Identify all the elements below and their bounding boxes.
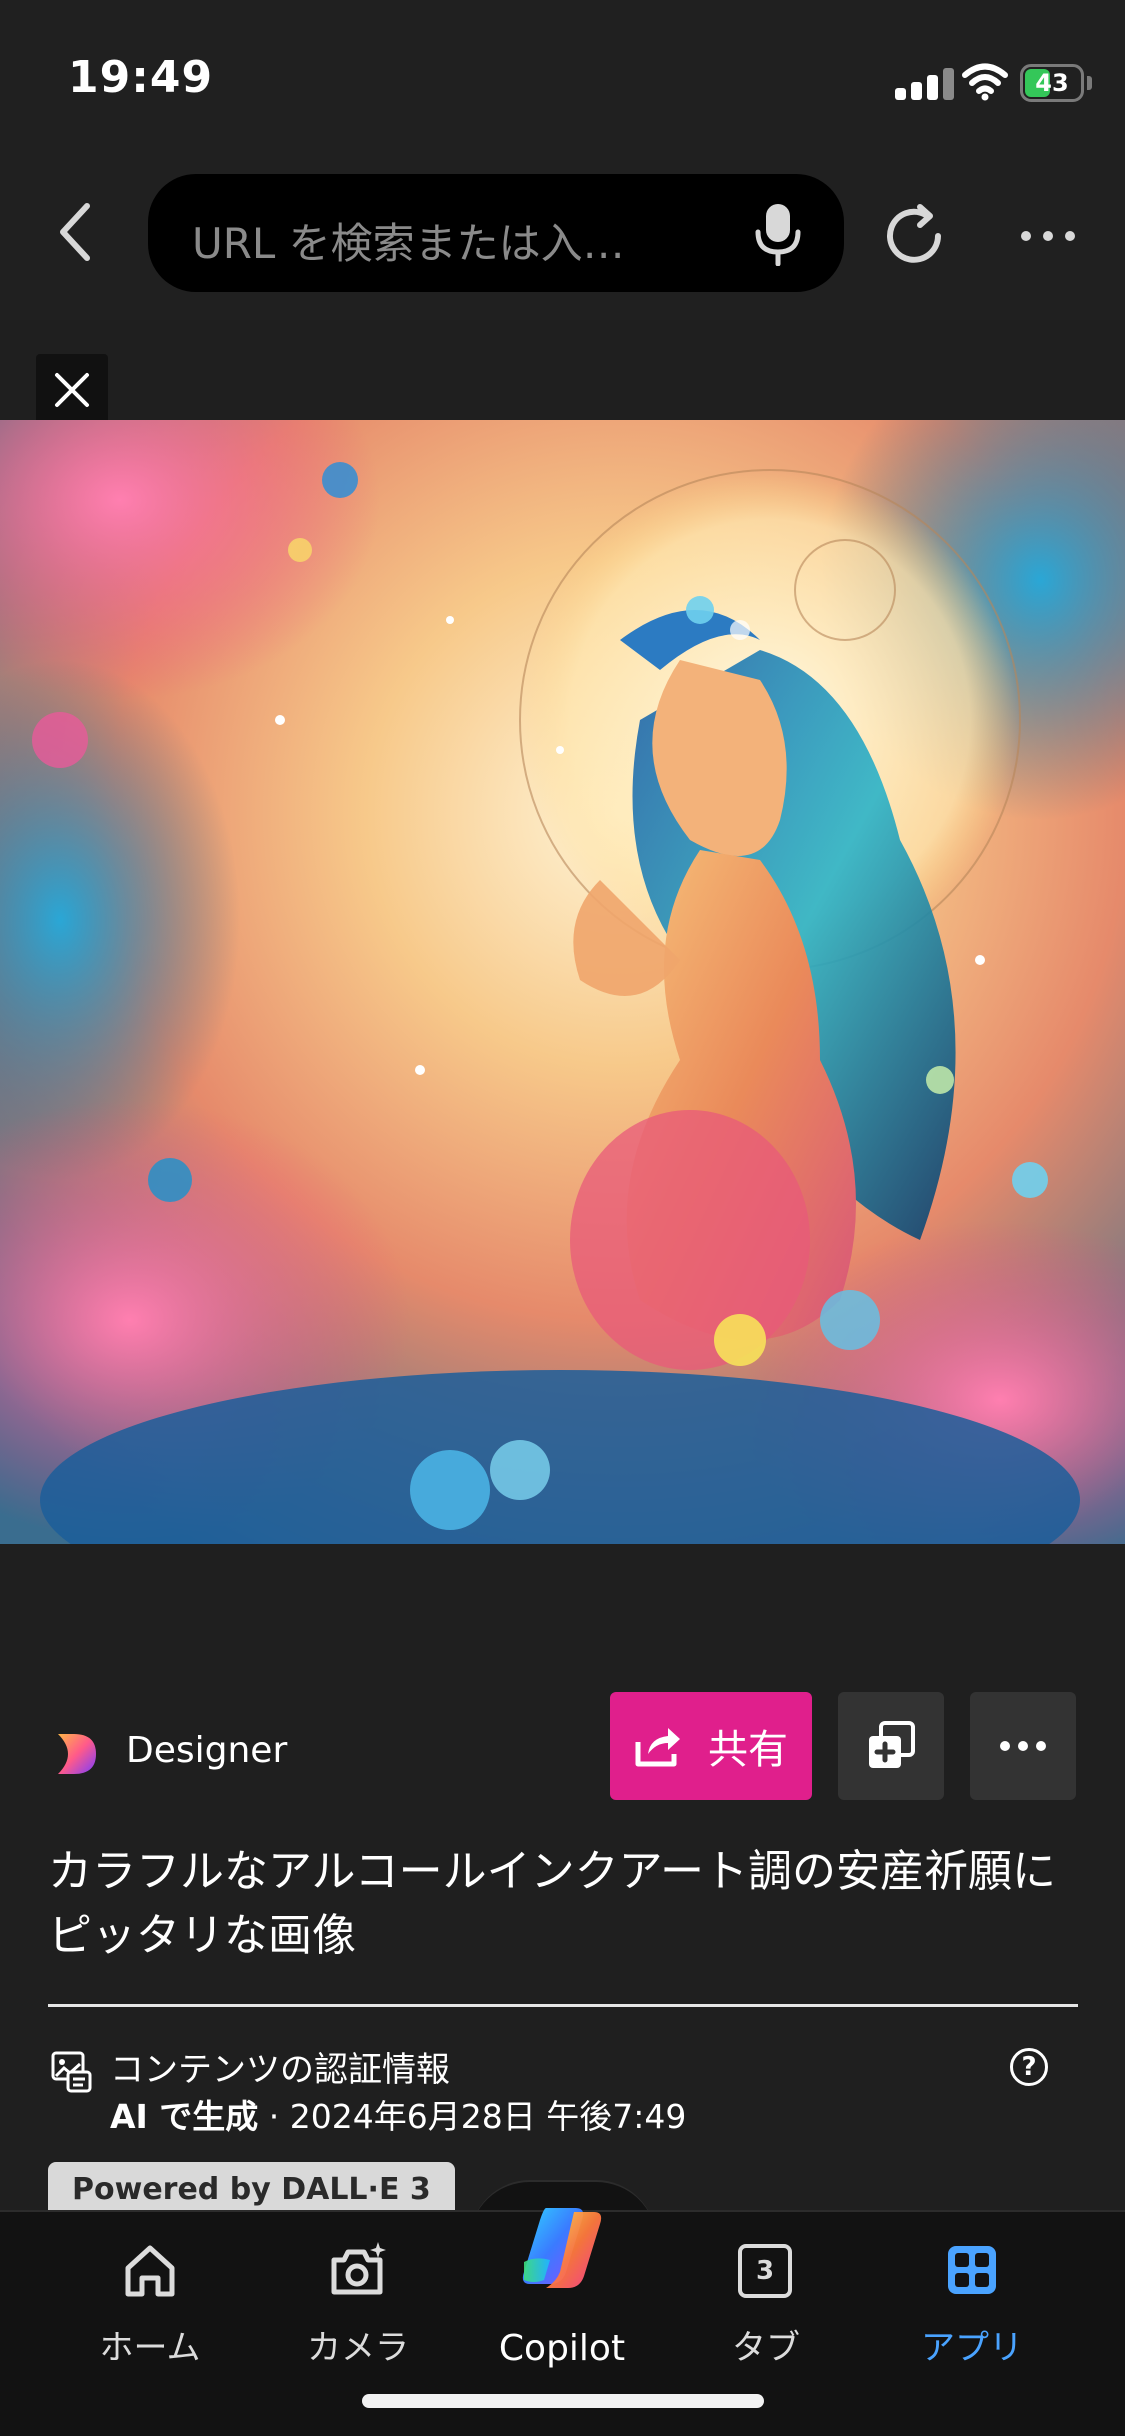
microphone-icon[interactable]	[748, 202, 808, 266]
tab-camera-label: カメラ	[307, 2328, 409, 2368]
home-icon	[125, 2245, 175, 2297]
options-button[interactable]	[970, 1692, 1076, 1800]
tab-home[interactable]: ホーム	[60, 2232, 240, 2382]
generated-artwork-image	[0, 420, 1125, 1544]
battery-charging-icon: 43	[1020, 64, 1084, 102]
tab-home-label: ホーム	[99, 2328, 201, 2368]
share-label: 共有	[708, 1727, 788, 1773]
battery-cap	[1087, 76, 1092, 90]
copy-add-icon	[869, 1721, 915, 1768]
content-credentials-title: コンテンツの認証情報	[110, 2050, 450, 2090]
address-bar[interactable]: URL を検索または入…	[148, 174, 844, 292]
share-icon	[635, 1728, 680, 1767]
signal-icon	[895, 68, 955, 100]
content-credentials-icon	[51, 2051, 92, 2093]
copy-button[interactable]	[838, 1692, 944, 1800]
tab-tabs[interactable]: 3 タブ	[676, 2232, 856, 2382]
status-bar: 19:49 43	[0, 0, 1125, 150]
close-icon	[55, 373, 89, 407]
camera-sparkle-icon	[331, 2242, 386, 2295]
designer-logo-icon	[58, 1734, 96, 1774]
more-icon[interactable]	[1018, 216, 1078, 256]
home-indicator	[362, 2394, 764, 2408]
tab-apps-label: アプリ	[921, 2328, 1023, 2368]
help-button[interactable]: ?	[1010, 2048, 1048, 2086]
close-button[interactable]	[36, 354, 108, 426]
back-icon	[60, 203, 90, 261]
copilot-icon	[522, 2208, 602, 2288]
tab-tabs-label: タブ	[732, 2328, 800, 2368]
tab-copilot-label: Copilot	[498, 2328, 626, 2369]
image-viewer: Designer 共有 カラフルなアルコールインクアート調の安産祈願にピッタリな…	[0, 320, 1125, 2216]
image-actions-row: Designer 共有	[0, 1692, 1125, 1802]
share-button[interactable]: 共有	[610, 1692, 812, 1800]
wifi-icon	[962, 63, 1008, 101]
designer-label: Designer	[126, 1730, 288, 1771]
credentials-separator: ·	[258, 2097, 290, 2136]
divider	[48, 2004, 1078, 2007]
browser-page: 19:49 43 URL を検索または入… Designer 共有 カラフルなア…	[0, 0, 1125, 2436]
back-button[interactable]	[40, 192, 110, 272]
tabs-count-icon: 3	[738, 2244, 792, 2298]
more-icon	[1000, 1741, 1046, 1751]
powered-by-badge: Powered by DALL·E 3	[48, 2162, 455, 2216]
reload-icon[interactable]	[880, 202, 948, 270]
ai-generated-label: AI で生成	[110, 2097, 259, 2136]
battery-percentage: 43	[1035, 69, 1069, 97]
generated-date: 2024年6月28日 午後7:49	[289, 2097, 687, 2136]
browser-toolbar: URL を検索または入…	[0, 150, 1125, 320]
content-credentials-detail: AI で生成 · 2024年6月28日 午後7:49	[110, 2090, 686, 2138]
status-time: 19:49	[68, 52, 214, 103]
tab-apps[interactable]: アプリ	[882, 2232, 1062, 2382]
tab-copilot[interactable]: Copilot	[472, 2208, 652, 2382]
address-bar-placeholder: URL を検索または入…	[192, 219, 625, 268]
tab-camera[interactable]: カメラ	[268, 2232, 448, 2382]
image-caption: カラフルなアルコールインクアート調の安産祈願にピッタリな画像	[48, 1846, 1057, 1961]
apps-grid-icon	[948, 2246, 996, 2294]
